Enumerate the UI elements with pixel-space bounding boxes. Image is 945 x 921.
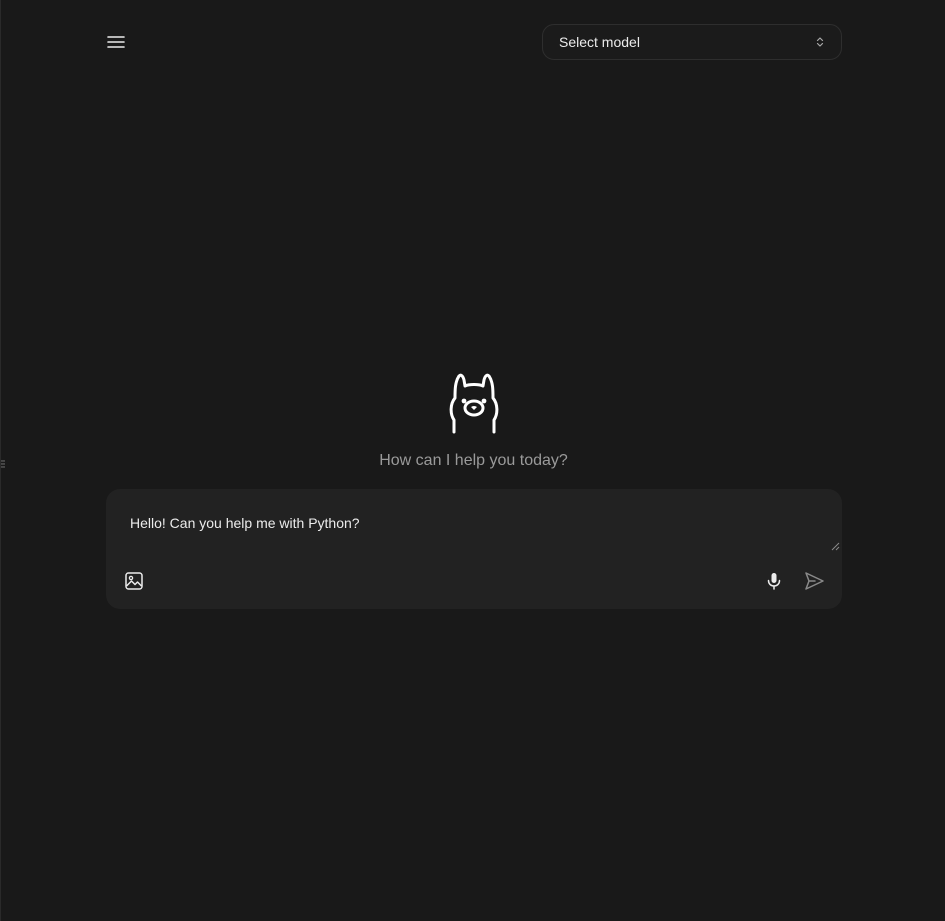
send-button[interactable] xyxy=(802,569,826,593)
microphone-button[interactable] xyxy=(762,569,786,593)
model-select-label: Select model xyxy=(559,34,640,50)
image-upload-icon xyxy=(125,572,143,590)
menu-button[interactable] xyxy=(103,29,129,55)
microphone-icon xyxy=(767,573,781,590)
textarea-resize-handle[interactable] xyxy=(831,542,840,551)
model-select[interactable]: Select model xyxy=(542,24,842,60)
image-upload-button[interactable] xyxy=(122,569,146,593)
app-window: Select model How can I help you today? H… xyxy=(0,0,945,921)
llama-logo-icon xyxy=(449,373,499,434)
message-composer: Hello! Can you help me with Python? xyxy=(106,489,842,609)
message-input[interactable]: Hello! Can you help me with Python? xyxy=(130,513,838,553)
hamburger-menu-icon xyxy=(107,36,125,48)
chevron-up-down-icon xyxy=(815,35,825,49)
greeting-text: How can I help you today? xyxy=(379,452,568,469)
send-icon xyxy=(805,572,824,590)
